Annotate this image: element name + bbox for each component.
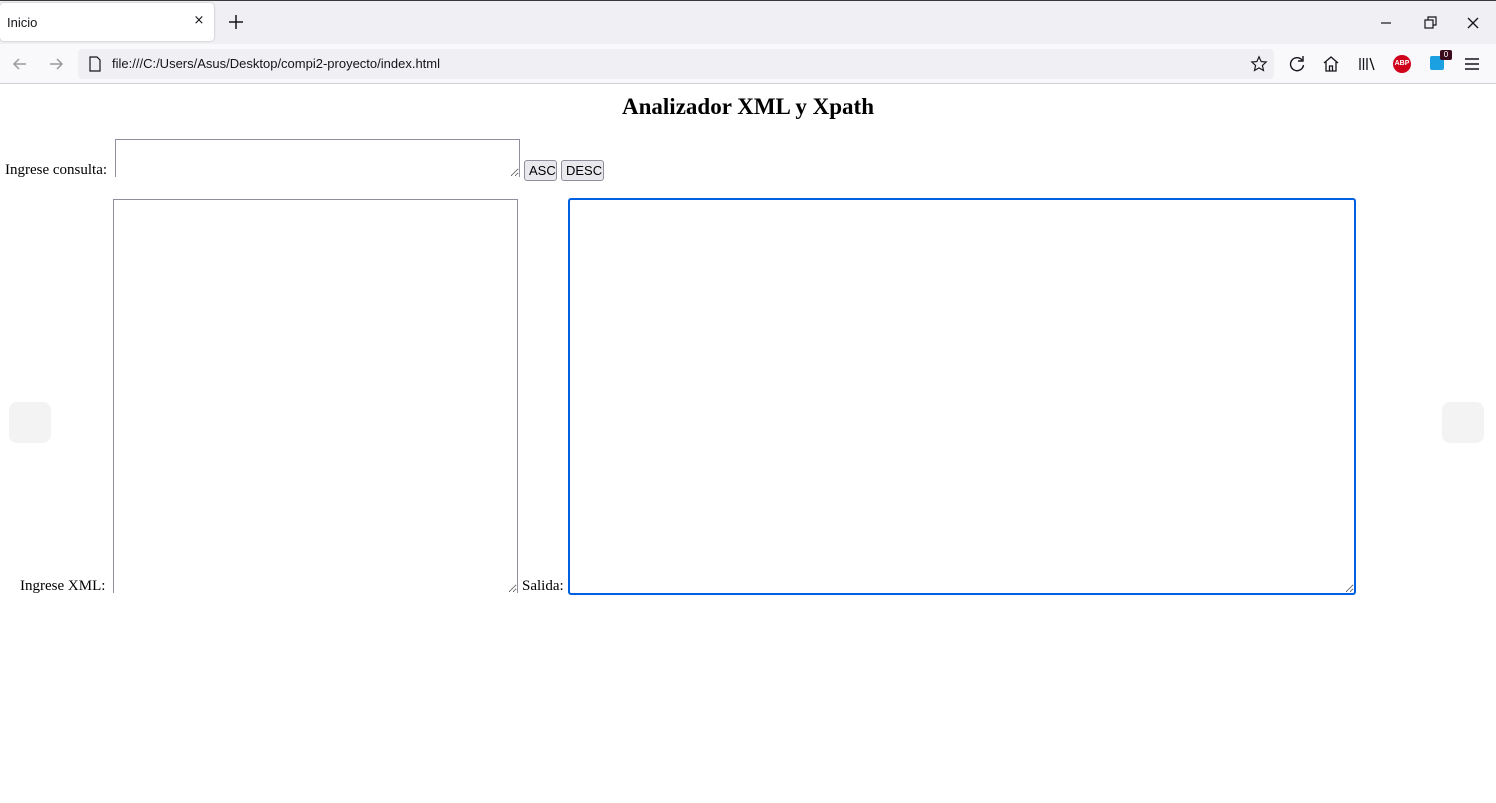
navigation-toolbar: file:///C:/Users/Asus/Desktop/compi2-pro… [0,44,1496,84]
address-bar[interactable]: file:///C:/Users/Asus/Desktop/compi2-pro… [78,49,1274,79]
reload-icon[interactable] [1287,54,1307,74]
output-label: Salida: [522,578,564,594]
page-icon [89,56,101,72]
xml-label: Ingrese XML: [20,578,106,594]
close-window-icon[interactable] [1463,13,1483,33]
right-side-button[interactable] [1442,402,1484,443]
new-tab-icon[interactable] [226,12,246,32]
minimize-icon[interactable] [1376,13,1396,33]
home-icon[interactable] [1321,54,1341,74]
desc-button[interactable]: DESC [561,160,604,181]
back-arrow-icon[interactable] [10,54,30,74]
extension-badge: 0 [1440,50,1452,60]
bookmark-star-icon[interactable] [1250,55,1268,73]
tab-strip: Inicio × [0,0,1496,44]
output-textarea[interactable] [568,198,1356,595]
tab-title: Inicio [7,15,38,30]
left-side-button[interactable] [9,402,51,443]
browser-tab[interactable]: Inicio × [0,3,214,41]
restore-icon[interactable] [1420,13,1440,33]
page-title: Analizador XML y Xpath [622,94,874,119]
tab-close-icon[interactable]: × [190,12,208,30]
library-icon[interactable] [1357,54,1377,74]
url-text: file:///C:/Users/Asus/Desktop/compi2-pro… [112,56,441,71]
adblock-extension-icon[interactable]: ABP [1393,55,1411,73]
query-label: Ingrese consulta: [5,162,108,178]
menu-icon[interactable] [1462,54,1482,74]
xml-input-textarea[interactable] [113,199,518,593]
asc-button[interactable]: ASC [524,160,557,181]
query-textarea[interactable] [115,139,520,177]
forward-arrow-icon[interactable] [46,54,66,74]
